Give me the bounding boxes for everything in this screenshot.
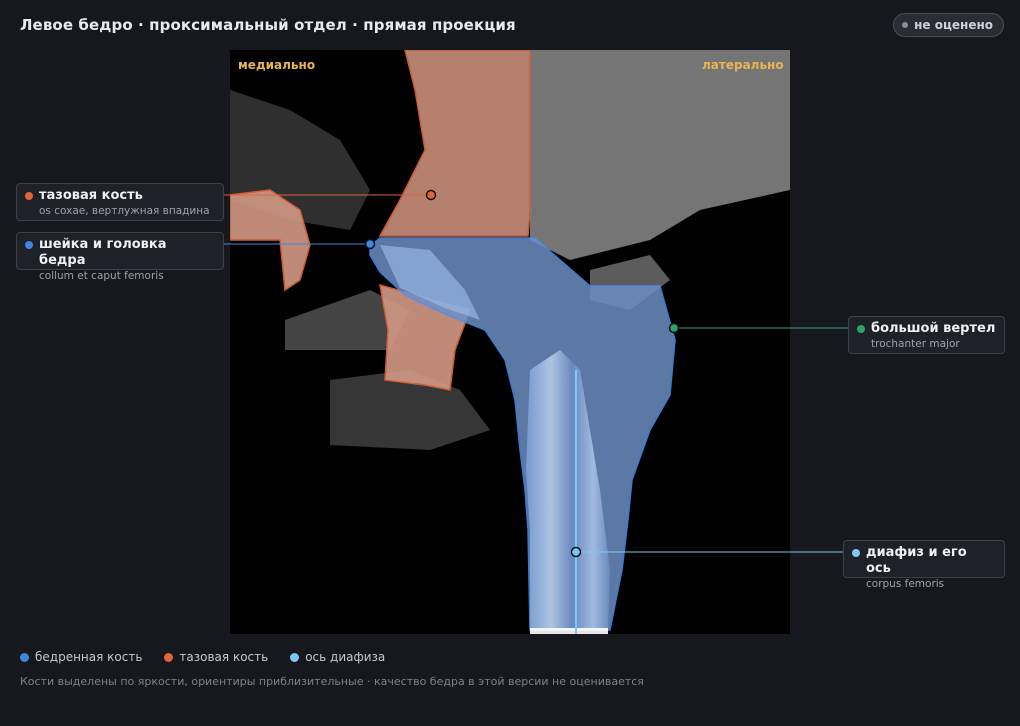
callout-trochanter[interactable]: большой вертел trochanter major xyxy=(848,316,1005,354)
pelvis-swatch-icon xyxy=(164,652,174,662)
neck-dot-icon xyxy=(25,241,33,249)
trochanter-dot-icon xyxy=(857,325,865,333)
callout-trochanter-latin: trochanter major xyxy=(871,338,960,350)
neck-anchor xyxy=(364,238,376,250)
femur-swatch-icon xyxy=(20,652,29,662)
legend-label-axis: ось диафиза xyxy=(305,650,386,664)
callout-pelvis[interactable]: тазовая кость os coxae, вертлужная впади… xyxy=(16,183,224,221)
callout-leaders xyxy=(224,189,848,558)
pelvis-dot-icon xyxy=(25,192,33,200)
legend-item-femur: бедренная кость xyxy=(20,650,142,664)
legend-label-pelvis: тазовая кость xyxy=(179,650,269,664)
pelvis-anchor xyxy=(425,189,437,201)
legend-item-pelvis: тазовая кость xyxy=(164,650,268,664)
axis-swatch-icon xyxy=(290,652,300,662)
callout-neck-latin: collum et caput femoris xyxy=(39,270,164,282)
callout-shaft-latin: corpus femoris xyxy=(866,578,945,590)
legend: бедренная кость тазовая кость ось диафиз… xyxy=(20,650,385,664)
callout-shaft-name: диафиз и его ось xyxy=(866,545,967,576)
callout-pelvis-name: тазовая кость xyxy=(39,188,143,203)
footnote: Кости выделены по яркости, ориентиры при… xyxy=(20,675,644,688)
callout-neck[interactable]: шейка и головка бедра collum et caput fe… xyxy=(16,232,224,282)
callout-pelvis-latin: os coxae, вертлужная впадина xyxy=(39,205,210,217)
callout-trochanter-name: большой вертел xyxy=(871,321,996,336)
callout-shaft[interactable]: диафиз и его ось corpus femoris xyxy=(843,540,1005,590)
legend-item-axis: ось диафиза xyxy=(290,650,385,664)
trochanter-anchor xyxy=(668,322,680,334)
shaft-dot-icon xyxy=(852,549,860,557)
shaft-anchor xyxy=(570,546,582,558)
callout-neck-name: шейка и головка бедра xyxy=(39,237,167,268)
legend-label-femur: бедренная кость xyxy=(35,650,143,664)
